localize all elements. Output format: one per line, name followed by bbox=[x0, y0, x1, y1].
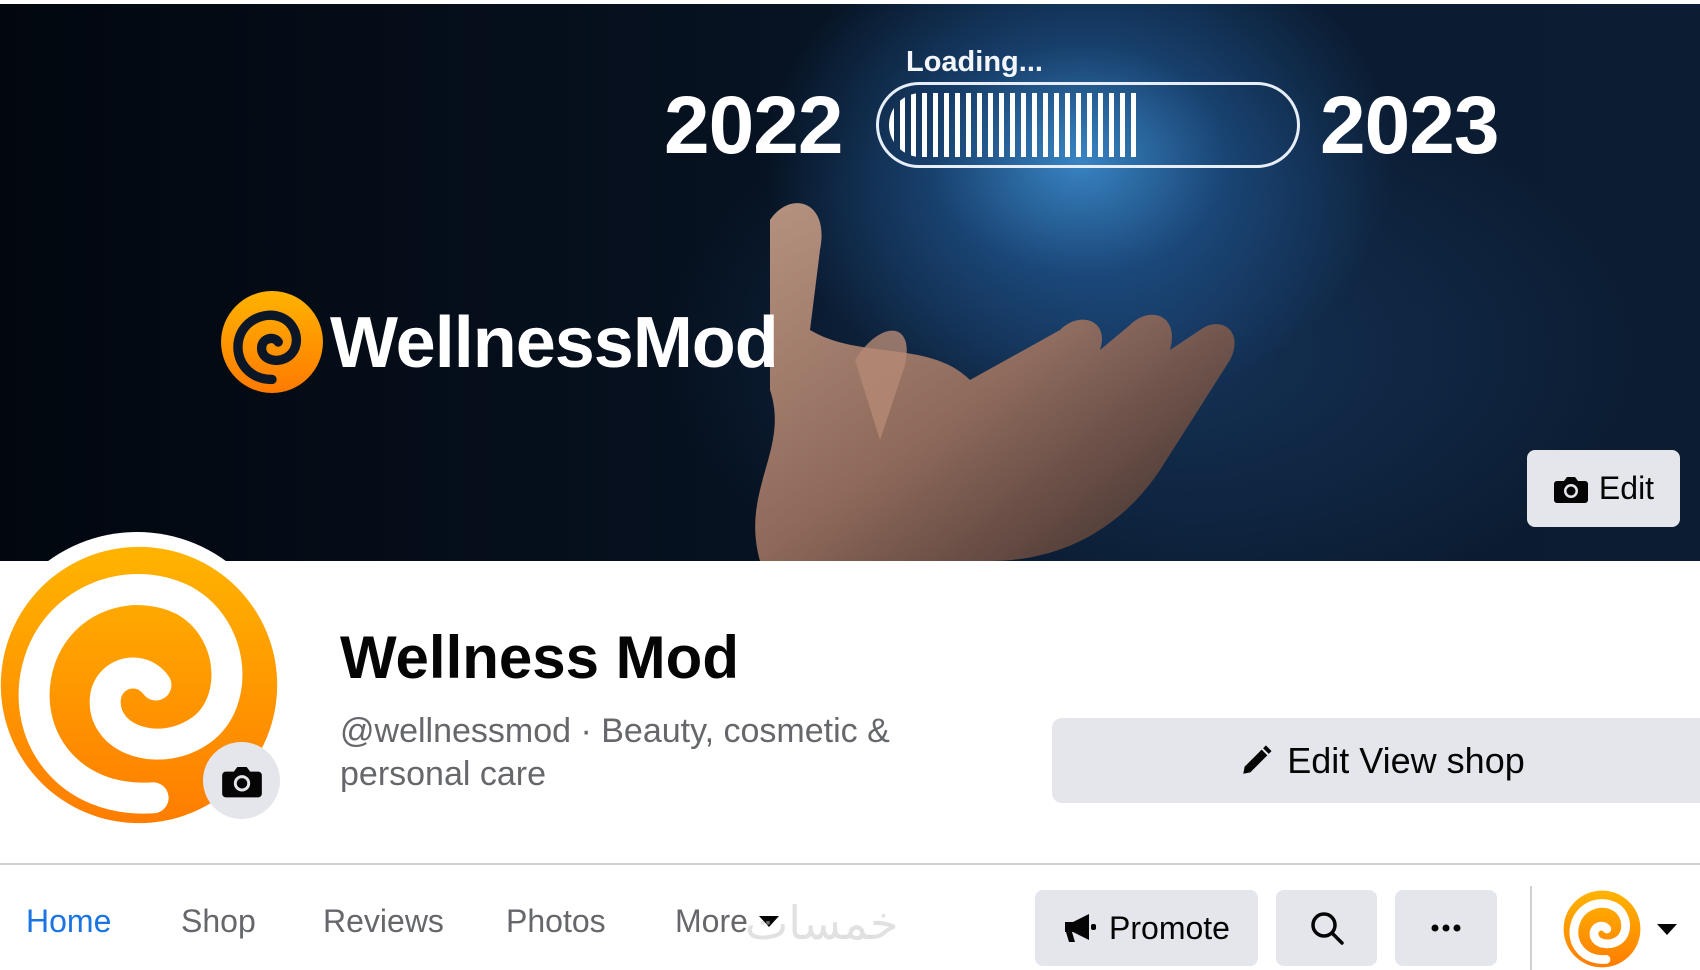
watermark-text: خمسات bbox=[745, 896, 899, 950]
page-subtitle: @wellnessmod · Beauty, cosmetic & person… bbox=[340, 712, 890, 793]
promote-button[interactable]: Promote bbox=[1035, 890, 1258, 966]
tab-shop[interactable]: Shop bbox=[181, 905, 256, 937]
search-icon bbox=[1310, 912, 1344, 945]
pencil-icon bbox=[1243, 744, 1272, 774]
ellipsis-icon bbox=[1431, 924, 1461, 932]
edit-view-shop-label: Edit View shop bbox=[1287, 739, 1525, 781]
loading-progress-bar bbox=[876, 82, 1300, 168]
camera-icon bbox=[221, 766, 262, 797]
megaphone-icon bbox=[1065, 914, 1097, 942]
search-button[interactable] bbox=[1276, 890, 1377, 966]
camera-icon bbox=[1553, 476, 1588, 503]
more-options-button[interactable] bbox=[1395, 890, 1497, 966]
edit-view-shop-button[interactable]: Edit View shop bbox=[1052, 718, 1700, 803]
header-divider bbox=[0, 863, 1700, 865]
tab-more-label: More bbox=[675, 903, 748, 939]
caret-down-icon bbox=[1657, 924, 1677, 935]
update-avatar-button[interactable] bbox=[203, 742, 280, 819]
year-2022-text: 2022 bbox=[664, 80, 843, 171]
tab-home[interactable]: Home bbox=[26, 905, 111, 937]
page-switcher[interactable] bbox=[1562, 888, 1700, 970]
page-title: Wellness Mod bbox=[340, 624, 739, 691]
tab-photos[interactable]: Photos bbox=[506, 905, 606, 937]
tab-reviews[interactable]: Reviews bbox=[323, 905, 444, 937]
page-avatar-icon bbox=[1563, 890, 1641, 968]
toolbar-separator bbox=[1530, 886, 1532, 970]
edit-cover-label: Edit bbox=[1598, 470, 1655, 506]
year-2023-text: 2023 bbox=[1320, 80, 1499, 171]
cover-brand-name: WellnessMod bbox=[330, 303, 779, 383]
promote-label: Promote bbox=[1109, 909, 1230, 946]
wellnessmod-logo-icon bbox=[221, 291, 323, 393]
loading-text: Loading... bbox=[906, 46, 1043, 78]
hand-illustration bbox=[755, 203, 1235, 561]
cover-photo: Loading... 2022 2023 WellnessMod Edit bbox=[0, 0, 1700, 561]
edit-cover-button[interactable]: Edit bbox=[1527, 450, 1680, 527]
loading-progress-fill bbox=[889, 93, 1136, 157]
cover-top-border bbox=[0, 0, 1700, 4]
